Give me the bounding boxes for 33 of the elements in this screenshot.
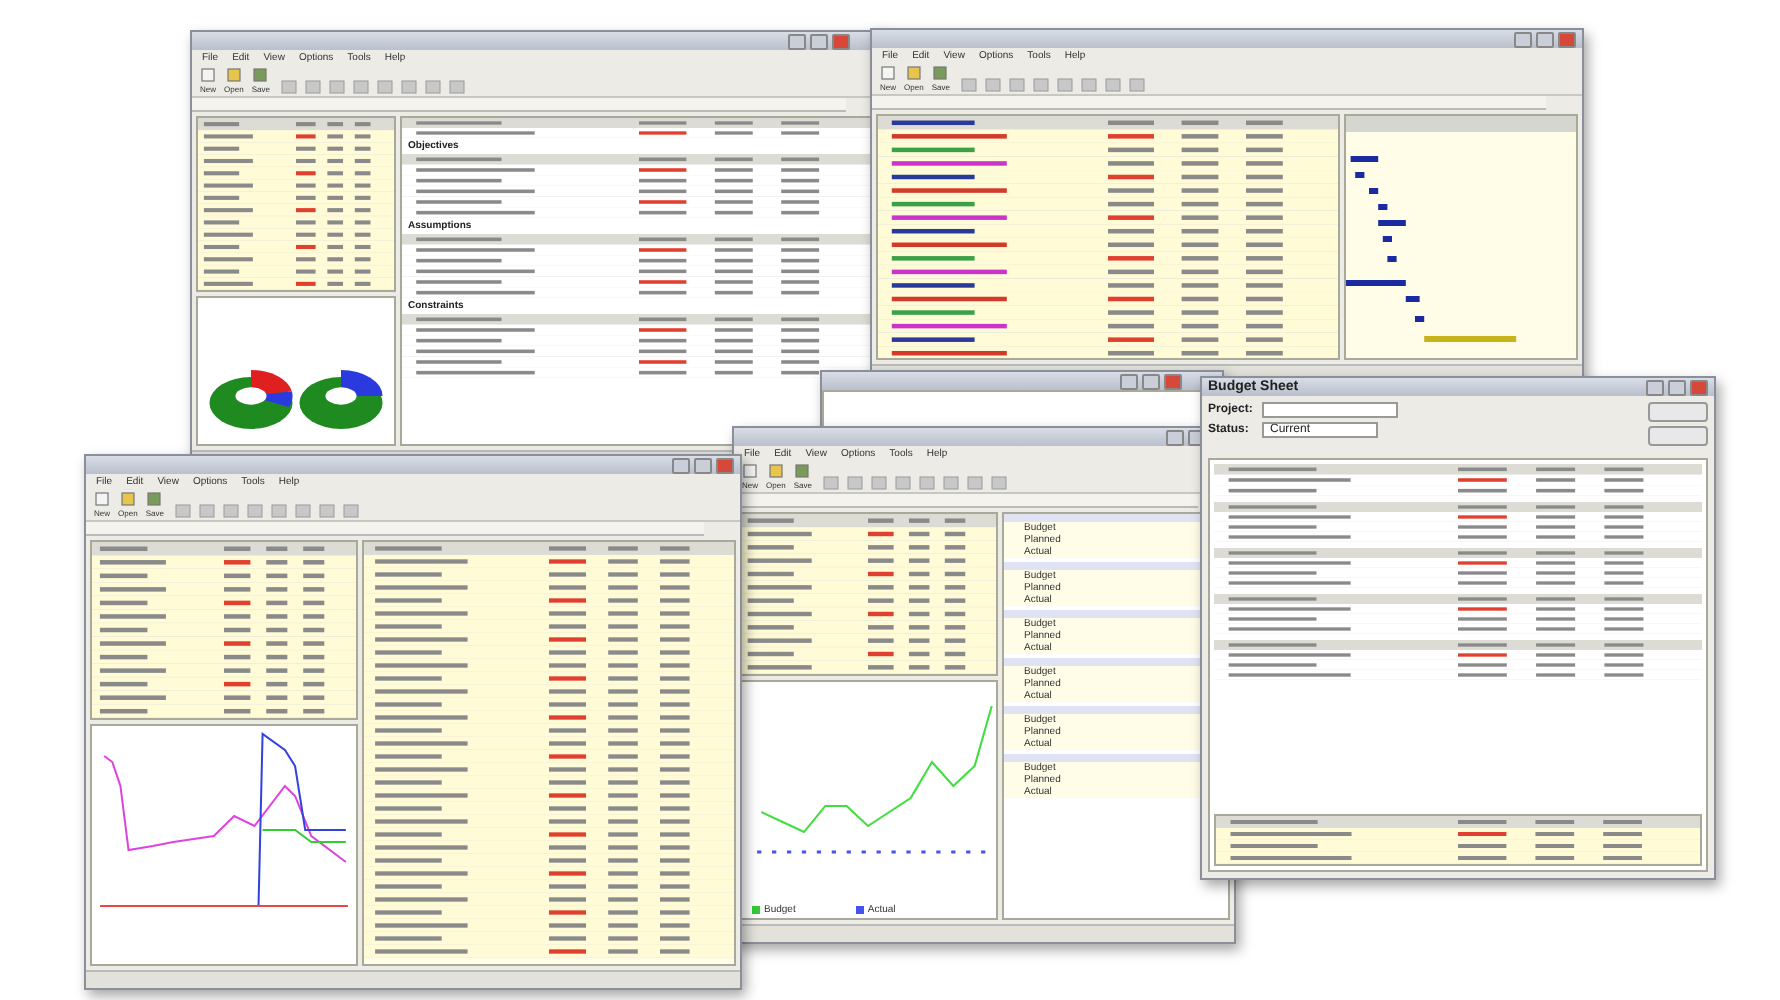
close-button[interactable] — [832, 33, 850, 49]
gantt-bar — [1355, 172, 1365, 178]
gantt-bar — [1415, 316, 1425, 322]
maximize-button[interactable] — [1536, 31, 1554, 47]
dialog-button[interactable] — [1648, 426, 1708, 446]
minimize-button[interactable] — [1646, 379, 1664, 395]
maximize-button[interactable] — [810, 33, 828, 49]
tab-strip[interactable] — [872, 96, 1546, 110]
dialog-button[interactable] — [1648, 402, 1708, 422]
gantt-bar — [1378, 204, 1388, 210]
tab-strip[interactable] — [192, 98, 846, 112]
gantt-bar — [1382, 236, 1392, 242]
gantt-bar — [1350, 156, 1379, 162]
close-button[interactable] — [1558, 31, 1576, 47]
gantt-bar — [1346, 280, 1406, 286]
gantt-bar — [1378, 220, 1406, 226]
gantt-bar — [1369, 188, 1379, 194]
tab-strip[interactable] — [86, 522, 704, 536]
gantt-bar — [1387, 256, 1397, 262]
project-dropdown[interactable] — [1262, 402, 1398, 418]
gantt-bar — [1424, 336, 1517, 342]
minimize-button[interactable] — [788, 33, 806, 49]
maximize-button[interactable] — [694, 457, 712, 473]
minimize-button[interactable] — [1514, 31, 1532, 47]
maximize-button[interactable] — [1142, 373, 1160, 389]
gantt-bar — [1405, 296, 1420, 302]
close-button[interactable] — [1164, 373, 1182, 389]
minimize-button[interactable] — [672, 457, 690, 473]
minimize-button[interactable] — [1166, 429, 1184, 445]
close-button[interactable] — [1690, 379, 1708, 395]
close-button[interactable] — [716, 457, 734, 473]
minimize-button[interactable] — [1120, 373, 1138, 389]
maximize-button[interactable] — [1668, 379, 1686, 395]
